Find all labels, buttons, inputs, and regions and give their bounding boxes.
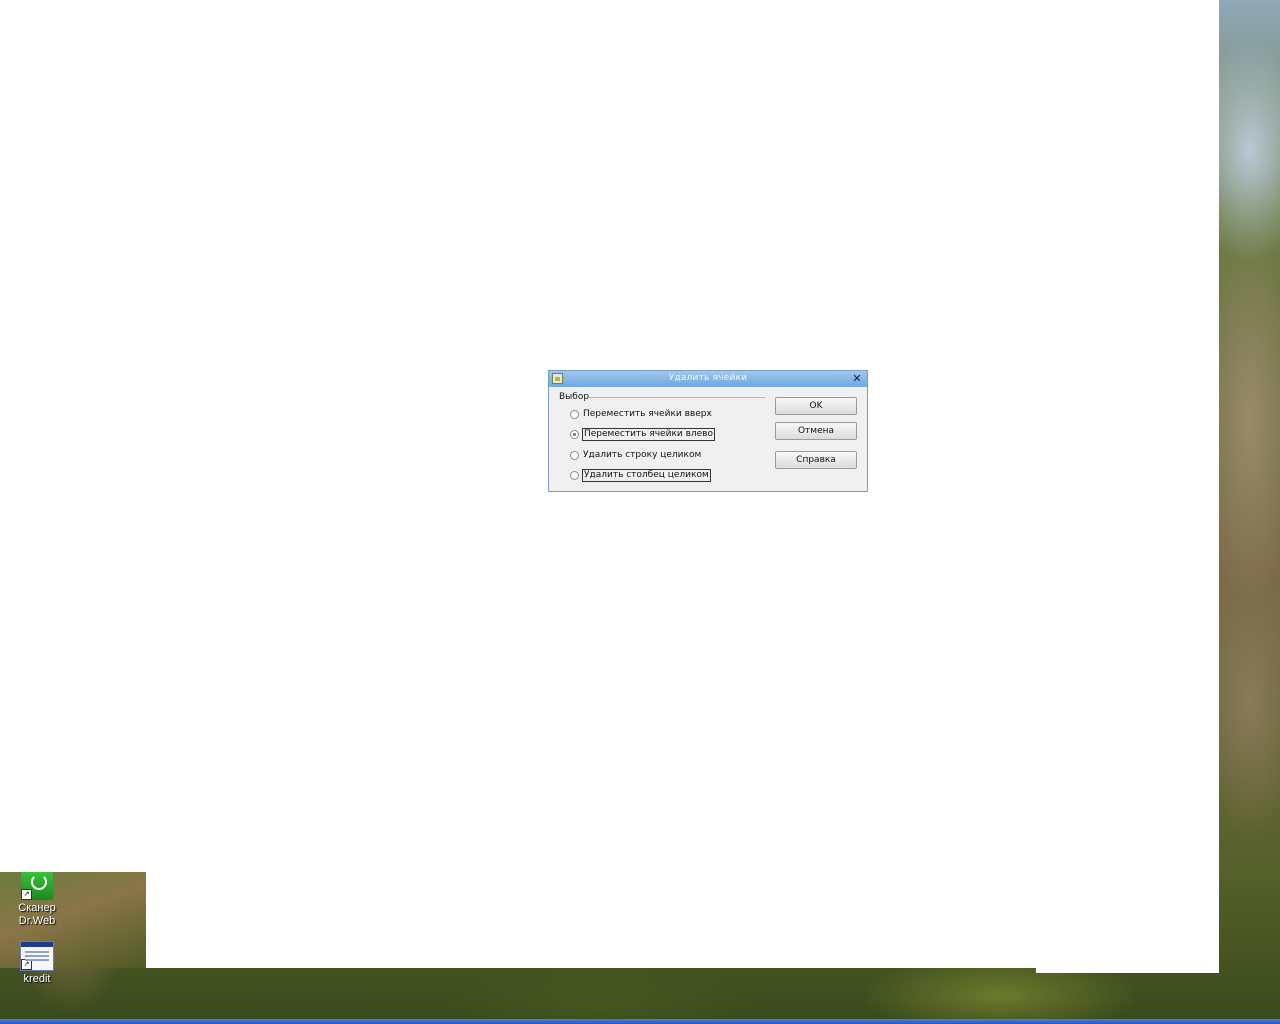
radio-button[interactable] [570, 410, 579, 419]
delete-cells-dialog: Удалить ячейки ✕ Выбор Переместить ячейк… [548, 370, 868, 492]
close-icon[interactable]: ✕ [851, 372, 863, 385]
radio-label[interactable]: Переместить ячейки влево [582, 428, 715, 441]
help-button[interactable]: Справка [775, 451, 857, 469]
radio-button[interactable] [570, 471, 579, 480]
radio-button[interactable] [570, 451, 579, 460]
dialog-title: Удалить ячейки [668, 373, 748, 383]
kredit-app-icon: ↗ [20, 941, 54, 971]
shortcut-arrow-icon: ↗ [21, 889, 32, 900]
shortcut-arrow-icon: ↗ [21, 959, 32, 970]
dialog-titlebar[interactable]: Удалить ячейки ✕ [549, 371, 867, 387]
desktop-icon-label: kredit [23, 973, 51, 985]
blank-window-edge [1036, 968, 1219, 973]
radio-button[interactable] [570, 430, 579, 439]
radio-label[interactable]: Удалить строку целиком [582, 449, 702, 462]
cancel-button[interactable]: Отмена [775, 422, 857, 440]
taskbar-edge [0, 1019, 1280, 1024]
radio-label[interactable]: Удалить столбец целиком [582, 469, 711, 482]
ok-button[interactable]: OK [775, 397, 857, 415]
drweb-scanner-icon: ↗ [21, 872, 53, 900]
desktop-icon-drweb[interactable]: ↗ Сканер Dr.Web [0, 872, 74, 928]
desktop-icon-label: Сканер [18, 902, 56, 914]
desktop-icon-label: Dr.Web [18, 915, 56, 927]
selection-group-label: Выбор [559, 392, 590, 402]
radio-label[interactable]: Переместить ячейки вверх [582, 408, 713, 421]
desktop-icon-kredit[interactable]: ↗ kredit [0, 941, 74, 986]
group-divider [589, 397, 765, 398]
